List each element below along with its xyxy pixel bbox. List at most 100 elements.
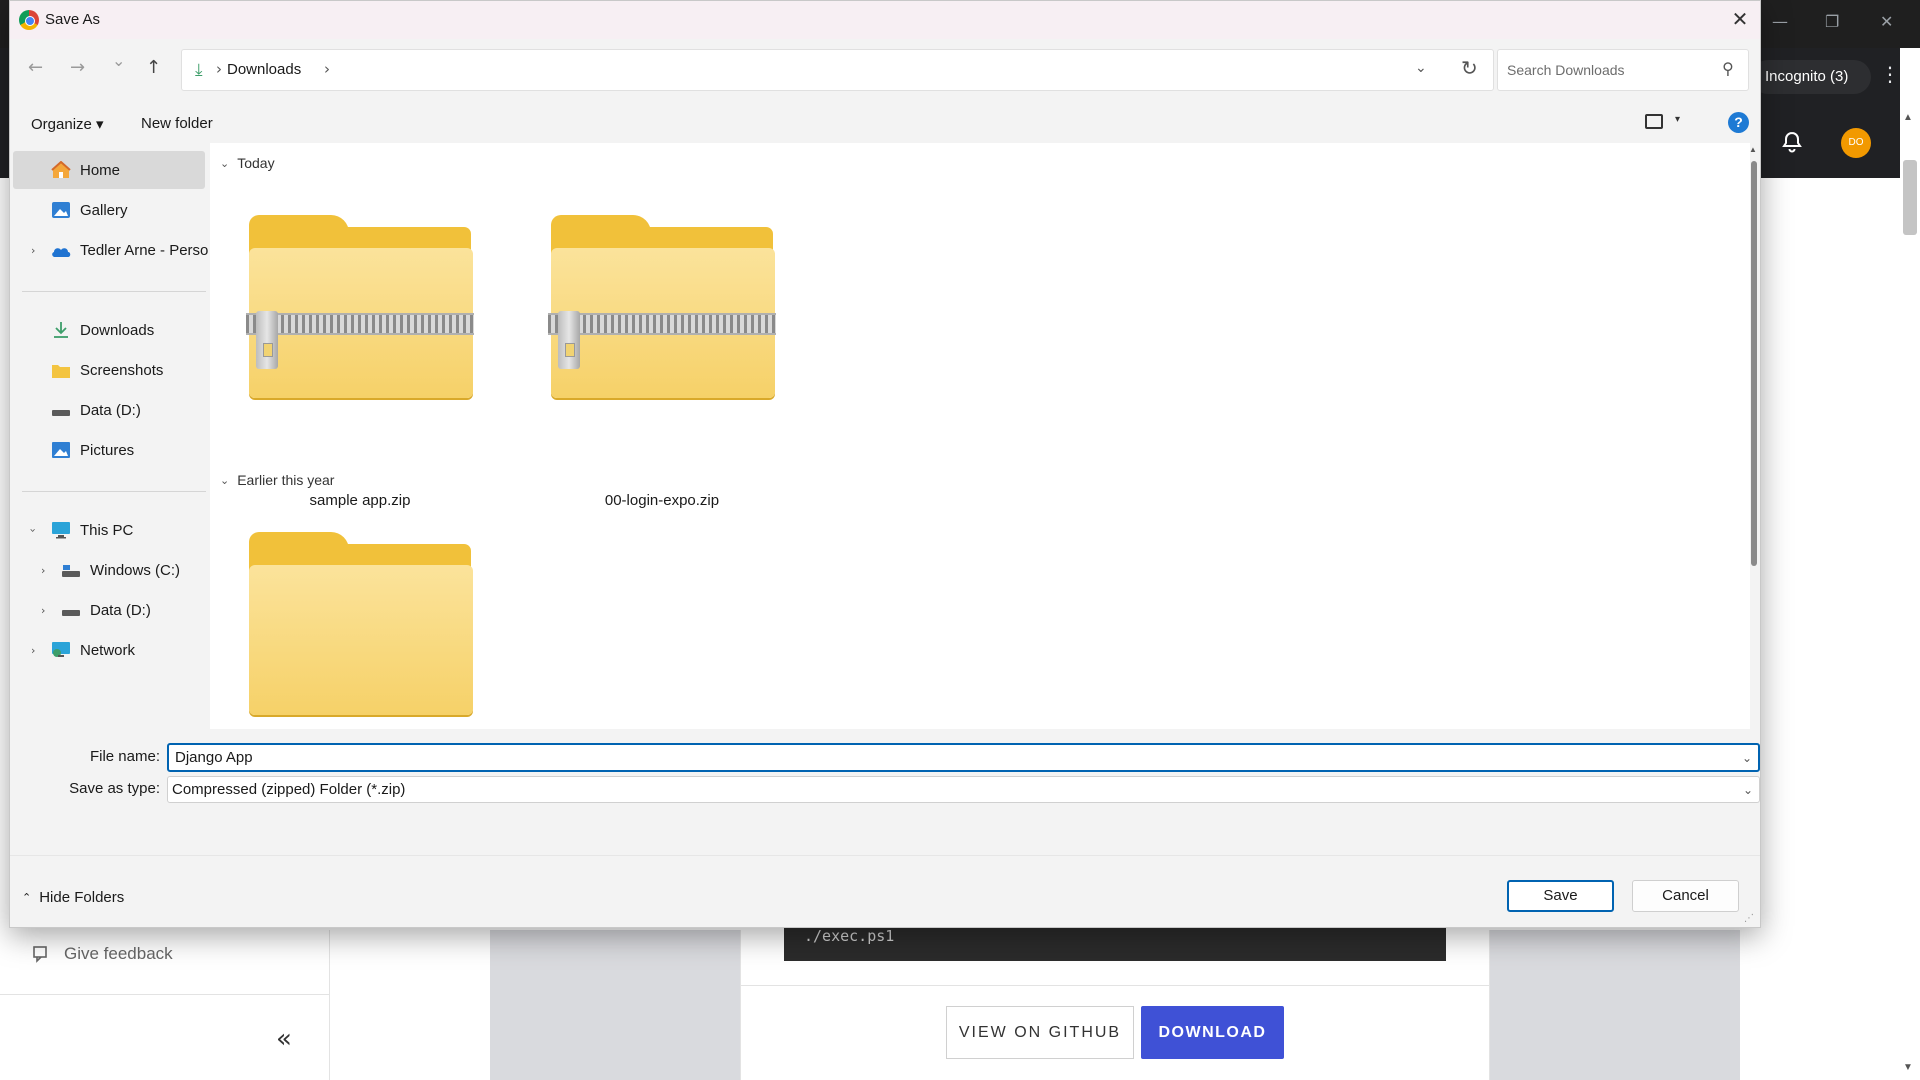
view-layout-icon: [1645, 114, 1663, 129]
filename-label: File name:: [89, 748, 160, 765]
page-scrollbar-thumb[interactable]: [1903, 160, 1917, 235]
group-header-label: Earlier this year: [237, 472, 335, 488]
nav-item-onedrive[interactable]: › Tedler Arne - Personal: [13, 231, 209, 269]
minimize-icon[interactable]: —: [1772, 12, 1788, 31]
give-feedback-link[interactable]: Give feedback: [32, 944, 173, 964]
nav-item-pictures[interactable]: Pictures: [13, 431, 205, 469]
path-separator-icon: ›: [216, 60, 222, 78]
help-icon[interactable]: ?: [1728, 112, 1749, 133]
nav-divider: [22, 491, 206, 492]
download-icon: ⤓: [195, 60, 203, 80]
hide-folders-label: Hide Folders: [39, 889, 125, 906]
search-input[interactable]: Search Downloads ⚲: [1497, 49, 1749, 91]
nav-item-downloads[interactable]: Downloads: [13, 311, 205, 349]
cancel-button[interactable]: Cancel: [1632, 880, 1739, 912]
group-header-label: Today: [237, 155, 275, 171]
give-feedback-label: Give feedback: [64, 944, 173, 963]
resize-grip-icon[interactable]: ⋰: [1744, 913, 1754, 924]
back-arrow-icon[interactable]: ←: [28, 57, 43, 78]
drive-icon: [52, 410, 70, 416]
save-as-dialog: Save As ✕ ← → ⌄ ↑ ⤓ › Downloads › ⌄ ↻ Se…: [9, 0, 1761, 928]
close-icon[interactable]: ✕: [1728, 7, 1752, 31]
filename-input[interactable]: Django App ⌄: [167, 743, 1760, 772]
file-list: ⌄ Today sample app.zip 00-login-expo.zip…: [210, 143, 1750, 729]
nav-item-gallery[interactable]: Gallery: [13, 191, 205, 229]
nav-item-this-pc[interactable]: › This PC: [13, 511, 205, 549]
notification-bell-icon[interactable]: [1780, 130, 1804, 154]
hide-folders-button[interactable]: ⌃ Hide Folders: [22, 889, 124, 906]
scroll-up-arrow-icon[interactable]: ▲: [1903, 112, 1913, 123]
chevron-down-icon[interactable]: ⌄: [1743, 778, 1753, 803]
scroll-down-arrow-icon[interactable]: ▼: [1903, 1062, 1913, 1073]
breadcrumb-downloads[interactable]: Downloads: [227, 61, 301, 78]
chevron-down-icon: ⌄: [220, 156, 230, 170]
more-menu-icon[interactable]: ⋮: [1880, 62, 1900, 86]
gallery-icon: [52, 202, 70, 218]
dialog-footer: ⌃ Hide Folders Save Cancel: [10, 855, 1760, 927]
nav-item-data-d[interactable]: Data (D:): [13, 391, 205, 429]
view-on-github-button[interactable]: VIEW ON GITHUB: [946, 1006, 1134, 1059]
save-as-type-select[interactable]: Compressed (zipped) Folder (*.zip) ⌄: [167, 776, 1760, 803]
zipper-icon: [246, 313, 474, 335]
window-close-icon[interactable]: ✕: [1880, 12, 1893, 31]
organize-button[interactable]: Organize ▾: [31, 115, 104, 133]
download-icon: [54, 322, 68, 338]
group-header-earlier[interactable]: ⌄ Earlier this year: [220, 472, 334, 488]
collapse-sidebar-icon[interactable]: «: [276, 1024, 292, 1054]
view-options-button[interactable]: ▾: [1645, 112, 1689, 134]
nav-item-network[interactable]: › Network: [13, 631, 205, 669]
nav-divider: [22, 291, 206, 292]
restore-icon[interactable]: ❐: [1825, 12, 1839, 31]
folder-item[interactable]: [210, 512, 510, 729]
recent-locations-chevron-icon[interactable]: ⌄: [112, 51, 125, 70]
nav-item-label: Gallery: [80, 201, 128, 219]
folder-icon: [52, 365, 70, 378]
code-text: ./exec.ps1: [804, 927, 895, 945]
forward-arrow-icon[interactable]: →: [70, 57, 85, 78]
file-name: sample app.zip: [309, 492, 411, 509]
file-item[interactable]: sample app.zip: [210, 195, 510, 509]
chevron-right-icon[interactable]: ›: [31, 244, 35, 257]
group-header-today[interactable]: ⌄ Today: [220, 155, 275, 171]
chevron-right-icon[interactable]: ›: [31, 644, 35, 657]
address-dropdown-icon[interactable]: ⌄: [1415, 60, 1427, 76]
nav-item-screenshots[interactable]: Screenshots: [13, 351, 205, 389]
path-separator-icon[interactable]: ›: [324, 60, 330, 78]
chrome-icon: [19, 10, 39, 30]
chevron-down-icon[interactable]: ⌄: [1742, 746, 1752, 771]
file-name: 00-login-expo.zip: [604, 492, 720, 509]
sidebar-divider: [0, 994, 330, 995]
save-fields: File name: Django App ⌄ Save as type: Co…: [10, 729, 1760, 855]
save-button[interactable]: Save: [1507, 880, 1614, 912]
nav-item-windows-c[interactable]: › Windows (C:): [13, 551, 205, 589]
chevron-down-icon[interactable]: ›: [27, 528, 40, 532]
code-block: ./exec.ps1: [784, 925, 1446, 961]
scroll-up-arrow-icon[interactable]: ▲: [1749, 145, 1757, 154]
file-list-scrollbar[interactable]: [1751, 161, 1757, 566]
file-item[interactable]: 00-login-expo.zip: [512, 195, 812, 509]
navigation-pane: Home Gallery › Tedler Arne - Personal Do…: [10, 143, 209, 729]
nav-item-label: Tedler Arne - Personal: [80, 241, 209, 259]
search-placeholder: Search Downloads: [1507, 62, 1625, 78]
nav-item-label: Data (D:): [90, 601, 151, 619]
new-folder-button[interactable]: New folder: [141, 115, 213, 132]
command-bar: Organize ▾ New folder ▾ ?: [10, 103, 1760, 143]
download-button[interactable]: DOWNLOAD: [1141, 1006, 1284, 1059]
refresh-icon[interactable]: ↻: [1461, 56, 1478, 80]
filename-value: Django App: [175, 749, 253, 766]
chevron-right-icon[interactable]: ›: [41, 604, 45, 617]
chevron-right-icon[interactable]: ›: [41, 564, 45, 577]
nav-item-home[interactable]: Home: [13, 151, 205, 189]
savetype-label: Save as type:: [69, 780, 160, 797]
avatar[interactable]: DO: [1841, 128, 1871, 158]
dialog-titlebar[interactable]: Save As ✕: [10, 1, 1760, 39]
savetype-value: Compressed (zipped) Folder (*.zip): [172, 781, 406, 798]
feedback-icon: [33, 946, 47, 963]
nav-item-label: Pictures: [80, 441, 135, 459]
nav-item-label: This PC: [80, 521, 134, 539]
nav-item-data-d-pc[interactable]: › Data (D:): [13, 591, 205, 629]
up-arrow-icon[interactable]: ↑: [146, 57, 161, 78]
incognito-badge[interactable]: Incognito (3): [1751, 60, 1871, 94]
page-scrollbar[interactable]: [1900, 110, 1920, 1080]
address-bar[interactable]: ⤓ › Downloads › ⌄ ↻: [181, 49, 1494, 91]
